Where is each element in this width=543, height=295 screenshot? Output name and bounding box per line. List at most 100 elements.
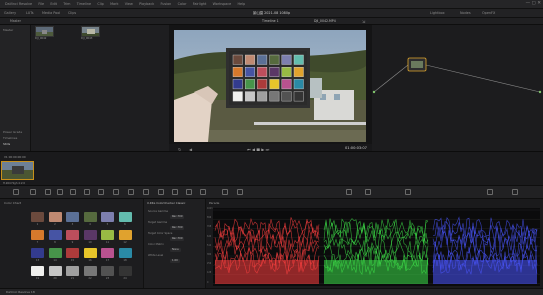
color-swatch[interactable] (31, 248, 44, 258)
color-swatch[interactable] (118, 230, 132, 240)
tool-icon[interactable] (172, 189, 178, 195)
swatch-label: 24 (123, 276, 127, 280)
color-swatch[interactable] (83, 248, 97, 258)
menu-item[interactable]: DaVinci Resolve (5, 2, 32, 6)
openfx-button[interactable]: OpenFX (482, 11, 495, 15)
scope-tick-label: 256 (207, 262, 212, 266)
checker-patch (232, 54, 243, 65)
scope-type[interactable]: Parade (209, 202, 219, 205)
checker-patch (293, 54, 304, 65)
setting-dropdown[interactable]: Rec.709 (170, 226, 185, 230)
menu-item[interactable]: Mark (110, 2, 118, 6)
color-swatch[interactable] (48, 230, 62, 240)
tool-icon[interactable] (70, 189, 76, 195)
scope-tick-label: 1023 (207, 207, 213, 210)
setting-label: White Level (148, 254, 164, 257)
menu-item[interactable]: Trim (63, 2, 70, 6)
media-clip-thumbnail[interactable] (35, 26, 54, 37)
setting-dropdown[interactable]: 1.00 (170, 259, 180, 263)
timeline-clip[interactable] (1, 161, 34, 180)
tool-icon[interactable] (158, 189, 164, 195)
album-item[interactable]: Power Grade (3, 131, 22, 134)
nodes-button[interactable]: Nodes (460, 11, 471, 15)
tool-icon[interactable] (98, 189, 104, 195)
color-swatch[interactable] (101, 212, 114, 222)
color-swatch[interactable] (118, 212, 132, 222)
color-checker-overlay[interactable] (229, 51, 307, 105)
menu-item[interactable]: Help (237, 2, 245, 6)
swatch-label: 10 (88, 240, 92, 244)
setting-dropdown[interactable]: None (170, 248, 181, 252)
color-swatch[interactable] (66, 230, 79, 240)
album-item[interactable]: Timelines (3, 137, 17, 140)
color-swatch[interactable] (66, 212, 79, 222)
settings-icon[interactable] (487, 189, 493, 195)
media-clip-thumbnail[interactable] (81, 26, 100, 37)
color-swatch[interactable] (31, 212, 44, 222)
menu-item[interactable]: Fusion (160, 2, 171, 6)
color-swatch[interactable] (48, 248, 62, 258)
tool-icon[interactable] (84, 189, 90, 195)
color-swatch[interactable] (101, 248, 114, 258)
checker-patch (245, 67, 255, 77)
tool-icon[interactable] (30, 189, 36, 195)
swatch-label: 1 (36, 222, 39, 226)
album-panel: Master Power Grade Timelines Stills (0, 25, 31, 151)
app-version: DaVinci Resolve 18 (6, 290, 35, 294)
menu-item[interactable]: Playback (139, 2, 154, 6)
color-swatch[interactable] (66, 248, 79, 258)
menu-item[interactable]: Workspace (213, 2, 232, 6)
checker-patch (281, 91, 292, 102)
tool-icon[interactable] (186, 189, 192, 195)
menu-item[interactable]: Clip (97, 2, 103, 6)
color-swatch[interactable] (118, 248, 132, 258)
color-swatch[interactable] (48, 266, 62, 276)
tool-icon[interactable] (143, 189, 149, 195)
window-controls[interactable]: — ▢ ✕ (526, 1, 541, 7)
color-swatch[interactable] (118, 266, 132, 276)
tool-icon[interactable] (57, 189, 63, 195)
parade-channel (214, 217, 320, 284)
setting-label: Source Gamma (148, 210, 168, 213)
color-swatch[interactable] (83, 212, 97, 222)
scope-tick-label: 0 (207, 280, 209, 284)
adjust-icon[interactable] (365, 189, 371, 195)
checker-patch (257, 67, 268, 77)
wand-icon[interactable] (346, 189, 352, 195)
scope-options-icon[interactable] (512, 189, 518, 195)
toolbar: Gallery LUTs Media Pool Clips 景山園 2021-0… (0, 9, 543, 18)
tool-icon[interactable] (222, 189, 228, 195)
color-swatch[interactable] (31, 266, 44, 276)
timeline-name[interactable]: Timeline 1 (262, 19, 279, 23)
highlight-icon[interactable]: ⇲ (362, 19, 367, 24)
color-swatch[interactable] (48, 212, 62, 222)
menu-item[interactable]: Timeline (77, 2, 91, 6)
tool-icon[interactable] (128, 189, 134, 195)
menu-item[interactable]: View (125, 2, 133, 6)
color-swatch[interactable] (83, 230, 97, 240)
menu-item[interactable]: File (38, 2, 44, 6)
color-swatch[interactable] (101, 266, 114, 276)
chart-type[interactable]: X-Rite ColorChecker Classic (147, 202, 185, 205)
setting-dropdown[interactable]: Rec.709 (170, 215, 185, 219)
color-swatch[interactable] (101, 230, 114, 240)
menu-item[interactable]: Fairlight (193, 2, 207, 6)
lightbox-button[interactable]: Lightbox (430, 11, 445, 15)
color-swatch[interactable] (31, 230, 44, 240)
tool-icon[interactable] (200, 189, 206, 195)
checker-patch (245, 91, 255, 102)
tool-icon[interactable] (237, 189, 243, 195)
album-item[interactable]: Stills (3, 143, 10, 146)
menu-item[interactable]: Edit (50, 2, 57, 6)
chart-settings: X-Rite ColorChecker Classic Source Gamma… (143, 199, 205, 288)
node-editor[interactable] (372, 25, 543, 151)
tool-icon[interactable] (45, 189, 51, 195)
setting-dropdown[interactable]: Rec.709 (170, 237, 185, 241)
tool-icon[interactable] (13, 189, 19, 195)
menu-item[interactable]: Color (178, 2, 187, 6)
scope-tick-label: 896 (207, 216, 212, 220)
histogram-icon[interactable] (405, 189, 411, 195)
color-swatch[interactable] (66, 266, 79, 276)
tool-icon[interactable] (113, 189, 119, 195)
color-swatch[interactable] (83, 266, 97, 276)
